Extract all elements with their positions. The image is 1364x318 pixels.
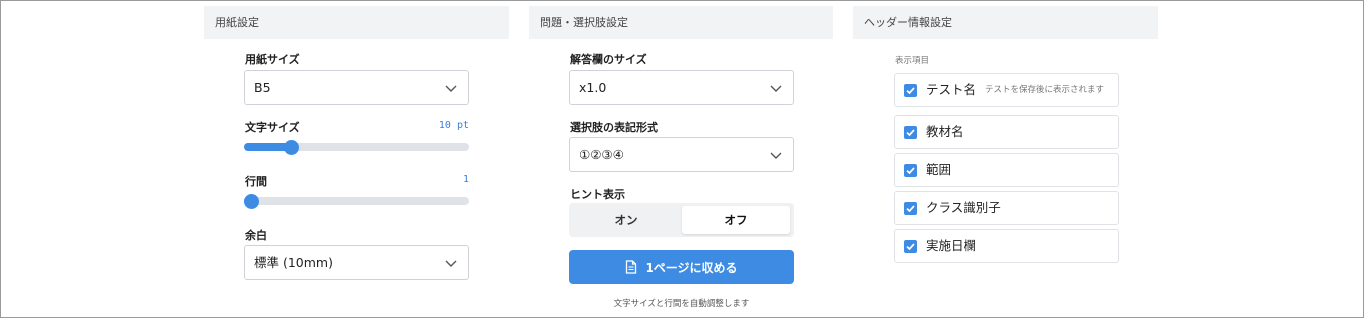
margin-label: 余白 <box>245 229 267 242</box>
chevron-down-icon <box>770 152 782 159</box>
header-item-class-id[interactable]: クラス識別子 <box>894 191 1119 225</box>
answer-size-value: x1.0 <box>579 80 607 95</box>
line-spacing-slider[interactable] <box>244 193 469 209</box>
header-item-date[interactable]: 実施日欄 <box>894 229 1119 263</box>
font-size-slider[interactable] <box>244 139 469 155</box>
hint-toggle[interactable]: オン オフ <box>569 203 794 237</box>
header-item-hint: テストを保存後に表示されます <box>985 85 1105 95</box>
header-item-label: 実施日欄 <box>926 238 977 253</box>
paper-settings-header: 用紙設定 <box>204 6 509 39</box>
chevron-down-icon <box>445 260 457 267</box>
checkbox[interactable] <box>904 126 917 139</box>
paper-size-value: B5 <box>254 80 271 95</box>
chevron-down-icon <box>770 85 782 92</box>
fit-one-page-label: 1ページに収める <box>645 260 738 275</box>
chevron-down-icon <box>445 85 457 92</box>
question-settings-header: 問題・選択肢設定 <box>529 6 833 39</box>
header-item-label: 範囲 <box>926 162 952 177</box>
header-item-test-name[interactable]: テスト名 テストを保存後に表示されます <box>894 73 1119 107</box>
answer-size-label: 解答欄のサイズ <box>570 53 647 66</box>
choice-format-value: ①②③④ <box>579 147 624 162</box>
checkmark-icon <box>906 243 915 251</box>
document-icon <box>626 260 637 274</box>
checkbox[interactable] <box>904 164 917 177</box>
margin-value: 標準 (10mm) <box>254 255 333 270</box>
choice-format-select[interactable]: ①②③④ <box>569 137 794 172</box>
checkmark-icon <box>906 87 915 95</box>
header-item-range[interactable]: 範囲 <box>894 153 1119 187</box>
paper-size-select[interactable]: B5 <box>244 70 469 105</box>
fit-note: 文字サイズと行間を自動調整します <box>613 299 750 309</box>
font-size-slider-thumb[interactable] <box>283 139 299 155</box>
checkmark-icon <box>906 205 915 213</box>
font-size-label: 文字サイズ <box>245 121 300 134</box>
header-item-label: 教材名 <box>926 124 964 139</box>
hint-on-option[interactable]: オン <box>572 206 680 234</box>
margin-select[interactable]: 標準 (10mm) <box>244 245 469 280</box>
header-item-material[interactable]: 教材名 <box>894 115 1119 149</box>
paper-size-label: 用紙サイズ <box>245 53 300 66</box>
fit-one-page-button[interactable]: 1ページに収める <box>569 250 794 284</box>
header-settings-header: ヘッダー情報設定 <box>853 6 1158 39</box>
line-spacing-value: 1 <box>462 174 469 185</box>
checkbox[interactable] <box>904 84 917 97</box>
header-item-label: テスト名 <box>926 82 977 97</box>
hint-off-option[interactable]: オフ <box>682 206 790 234</box>
checkbox[interactable] <box>904 240 917 253</box>
line-spacing-slider-thumb[interactable] <box>244 193 259 209</box>
hint-label: ヒント表示 <box>570 188 625 201</box>
choice-format-label: 選択肢の表記形式 <box>570 121 658 134</box>
header-item-label: クラス識別子 <box>926 200 1001 215</box>
font-size-value: 10 pt <box>438 120 469 131</box>
checkmark-icon <box>906 129 915 137</box>
checkbox[interactable] <box>904 202 917 215</box>
line-spacing-label: 行間 <box>245 175 267 188</box>
items-label: 表示項目 <box>895 56 930 66</box>
answer-size-select[interactable]: x1.0 <box>569 70 794 105</box>
checkmark-icon <box>906 167 915 175</box>
